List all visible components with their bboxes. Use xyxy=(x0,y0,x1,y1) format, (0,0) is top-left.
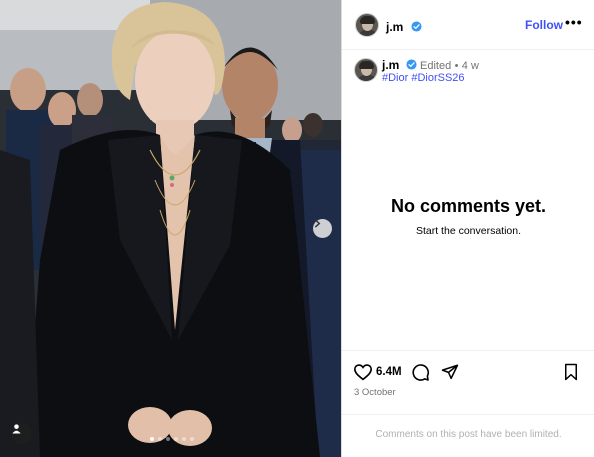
speech-bubble-icon xyxy=(412,364,430,381)
heart-icon xyxy=(353,364,373,381)
post-media[interactable] xyxy=(0,0,341,457)
carousel-indicator xyxy=(150,437,194,441)
post-side-panel: j.m Follow ••• j.m Edited • 4 w #Dior #D… xyxy=(341,0,594,457)
bookmark-icon xyxy=(565,363,577,381)
verified-badge-icon xyxy=(406,59,417,70)
avatar[interactable] xyxy=(355,13,379,37)
person-icon xyxy=(12,424,21,434)
header-username[interactable]: j.m xyxy=(386,20,403,34)
empty-comments-title: No comments yet. xyxy=(390,196,547,216)
chevron-right-icon xyxy=(314,219,321,228)
carousel-dot xyxy=(174,437,178,441)
post-dialog: j.m Follow ••• j.m Edited • 4 w #Dior #D… xyxy=(0,0,594,457)
header-username-row: j.m xyxy=(386,18,422,36)
post-header: j.m Follow ••• xyxy=(342,0,594,50)
post-photo xyxy=(0,0,341,457)
carousel-dot xyxy=(182,437,186,441)
post-age[interactable]: 4 w xyxy=(462,60,479,72)
hashtags[interactable]: #Dior #DiorSS26 xyxy=(382,72,465,84)
comments-limited-notice: Comments on this post have been limited. xyxy=(342,414,594,440)
caption-header: j.m Edited • 4 w xyxy=(382,58,479,72)
like-count[interactable]: 6.4M xyxy=(376,366,402,378)
share-button[interactable] xyxy=(441,363,459,386)
save-button[interactable] xyxy=(563,363,579,386)
caption-avatar[interactable] xyxy=(354,58,378,82)
follow-button[interactable]: Follow xyxy=(525,18,563,32)
post-actions: 6.4M 3 October Comments on this post hav… xyxy=(342,350,594,457)
tagged-users-button[interactable] xyxy=(11,423,32,444)
paper-plane-icon xyxy=(441,364,459,380)
post-date[interactable]: 3 October xyxy=(354,387,396,398)
caption-username[interactable]: j.m xyxy=(382,58,399,72)
carousel-dot xyxy=(190,437,194,441)
next-photo-button[interactable] xyxy=(313,219,332,238)
carousel-dot xyxy=(150,437,154,441)
like-button[interactable] xyxy=(353,363,373,386)
verified-badge-icon xyxy=(411,21,422,32)
comment-button[interactable] xyxy=(411,363,430,387)
meta-separator: • xyxy=(454,60,459,72)
edited-label: Edited xyxy=(420,60,452,72)
empty-comments-subtitle: Start the conversation. xyxy=(415,225,522,237)
more-options-button[interactable]: ••• xyxy=(565,14,583,30)
carousel-dot xyxy=(166,437,170,441)
carousel-dot xyxy=(158,437,162,441)
